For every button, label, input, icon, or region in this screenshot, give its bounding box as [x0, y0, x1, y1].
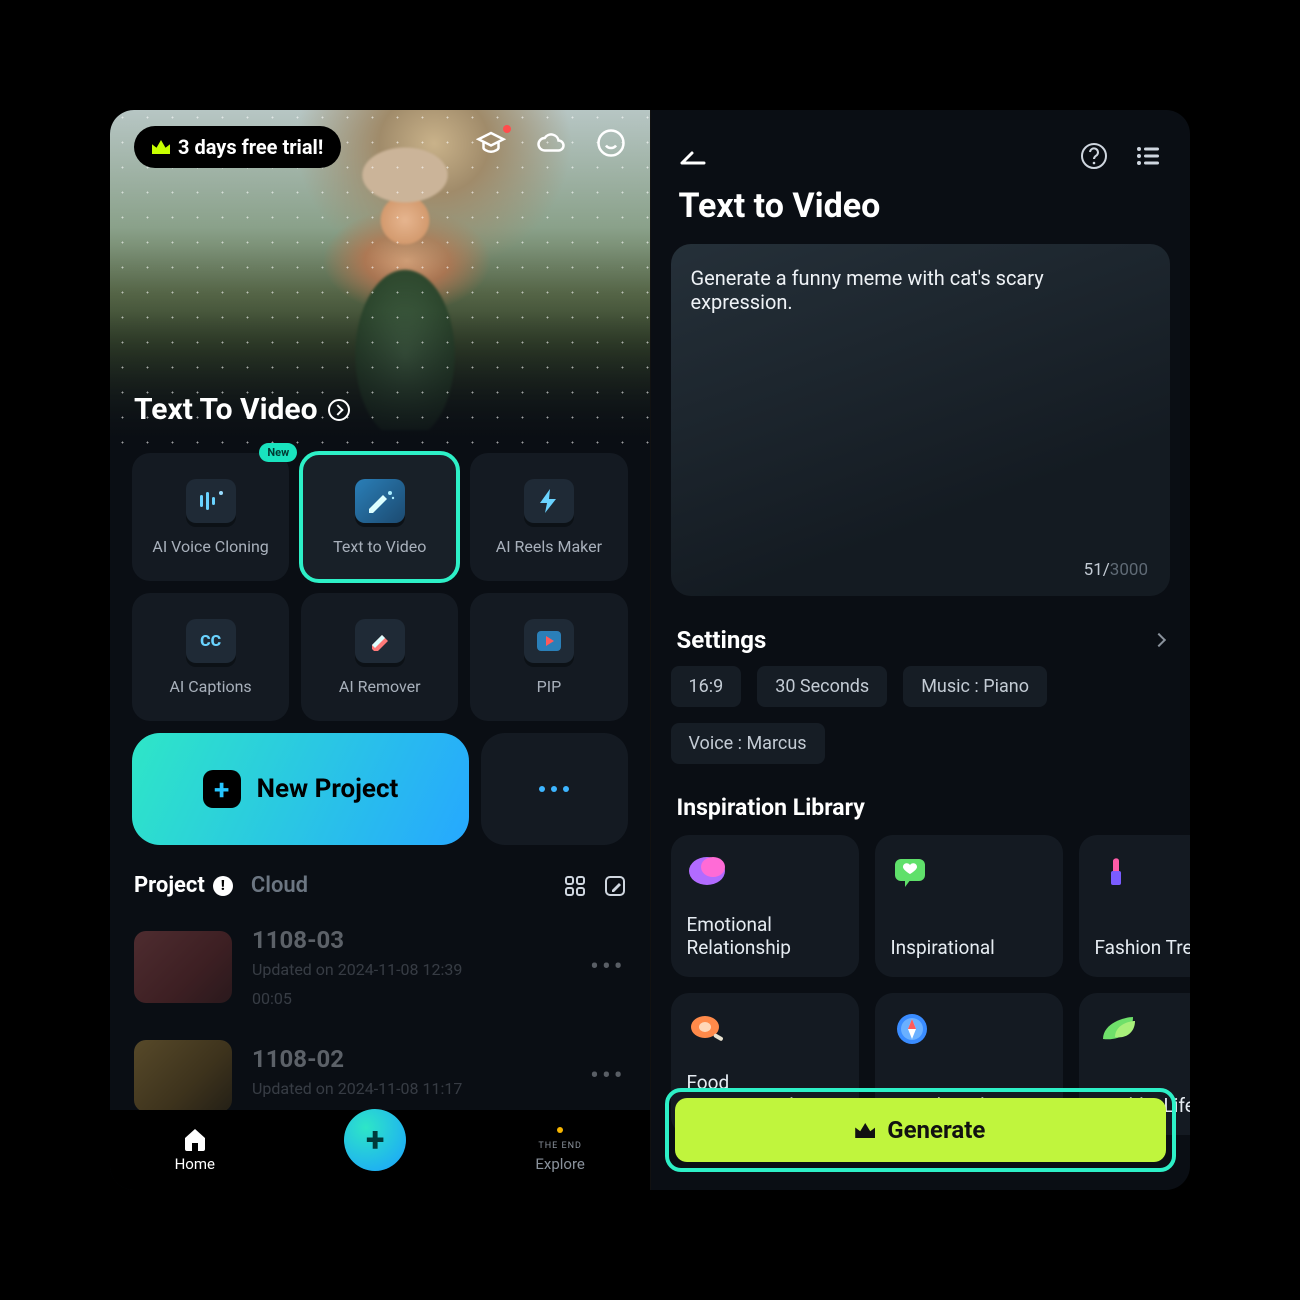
project-thumbnail	[134, 1040, 232, 1112]
project-list: 1108-03 Updated on 2024-11-08 12:39 00:0…	[110, 908, 650, 1134]
tool-ai-reels-maker[interactable]: AI Reels Maker	[470, 453, 627, 581]
lipstick-icon	[1095, 853, 1137, 889]
info-icon: !	[213, 876, 233, 896]
crown-icon	[152, 135, 170, 159]
chat-heart-icon	[891, 853, 933, 889]
waveform-icon	[186, 479, 236, 523]
inspiration-card[interactable]: Emotional Relationship	[671, 835, 859, 977]
tab-cloud[interactable]: Cloud	[251, 873, 308, 898]
project-item[interactable]: 1108-03 Updated on 2024-11-08 12:39 00:0…	[134, 916, 626, 1030]
tool-pip[interactable]: PIP	[470, 593, 627, 721]
nav-explore[interactable]: THE END Explore	[535, 1127, 585, 1173]
home-screen: 3 days free trial!	[110, 110, 651, 1190]
plus-icon: +	[203, 770, 241, 808]
inspiration-row-1: Emotional Relationship Inspirational Fas…	[651, 835, 1191, 977]
project-more-icon[interactable]: •••	[590, 952, 625, 982]
inspiration-card[interactable]: Fashion Trend	[1079, 835, 1191, 977]
nav-create-button[interactable]: +	[344, 1109, 406, 1171]
inspiration-card[interactable]: Inspirational	[875, 835, 1063, 977]
edit-list-icon[interactable]	[604, 875, 626, 897]
new-project-button[interactable]: + New Project	[132, 733, 469, 845]
compass-icon	[891, 1011, 933, 1047]
tool-grid: AI Voice Cloning New Text to Video AI	[110, 445, 650, 721]
char-count: 51/3000	[1084, 560, 1148, 580]
profile-icon[interactable]	[596, 128, 626, 158]
text-to-video-screen: Text to Video Generate a funny meme with…	[651, 110, 1191, 1190]
menu-list-icon[interactable]	[1134, 142, 1162, 170]
settings-row[interactable]: Settings	[651, 596, 1191, 666]
chevron-right-icon	[1152, 633, 1166, 647]
more-tools-button[interactable]	[481, 733, 628, 845]
tool-text-to-video[interactable]: Text to Video	[301, 453, 458, 581]
pencil-video-icon	[355, 479, 405, 523]
tab-project[interactable]: Project !	[134, 873, 233, 898]
new-badge: New	[259, 443, 297, 462]
bottom-nav: Home + THE END Explore	[110, 1110, 650, 1190]
academy-icon[interactable]	[476, 128, 506, 158]
settings-chips: 16:9 30 Seconds Music : Piano Voice : Ma…	[651, 666, 1191, 764]
notification-dot	[557, 1127, 563, 1133]
hero-title[interactable]: Text To Video	[134, 392, 350, 427]
chip-aspect-ratio[interactable]: 16:9	[671, 666, 742, 707]
generate-button-highlight: Generate	[665, 1088, 1177, 1172]
generate-button[interactable]: Generate	[675, 1098, 1167, 1162]
tool-ai-voice-cloning[interactable]: AI Voice Cloning New	[132, 453, 289, 581]
trial-label: 3 days free trial!	[178, 135, 323, 159]
play-icon	[524, 619, 574, 663]
heart-bubble-icon	[687, 853, 729, 889]
grid-view-icon[interactable]	[564, 875, 586, 897]
tool-ai-remover[interactable]: AI Remover	[301, 593, 458, 721]
project-thumbnail	[134, 931, 232, 1003]
project-more-icon[interactable]: •••	[590, 1061, 625, 1091]
crown-icon	[855, 1116, 875, 1144]
free-trial-pill[interactable]: 3 days free trial!	[134, 126, 341, 168]
page-title: Text to Video	[651, 180, 1191, 244]
eraser-icon	[355, 619, 405, 663]
chip-voice[interactable]: Voice : Marcus	[671, 723, 825, 764]
chevron-right-icon	[328, 399, 350, 421]
meat-icon	[687, 1011, 729, 1047]
cc-icon: CC	[186, 619, 236, 663]
help-icon[interactable]	[1080, 142, 1108, 170]
leaf-icon	[1095, 1011, 1137, 1047]
tool-ai-captions[interactable]: CC AI Captions	[132, 593, 289, 721]
prompt-input[interactable]: Generate a funny meme with cat's scary e…	[671, 244, 1171, 596]
chip-duration[interactable]: 30 Seconds	[757, 666, 887, 707]
hero-banner[interactable]: 3 days free trial!	[110, 110, 650, 445]
chip-music[interactable]: Music : Piano	[903, 666, 1047, 707]
nav-home[interactable]: Home	[175, 1127, 215, 1173]
back-icon[interactable]	[679, 146, 709, 166]
inspiration-title: Inspiration Library	[651, 764, 1191, 835]
cloud-icon[interactable]	[536, 128, 566, 158]
notification-dot	[503, 125, 511, 133]
lightning-icon	[524, 479, 574, 523]
